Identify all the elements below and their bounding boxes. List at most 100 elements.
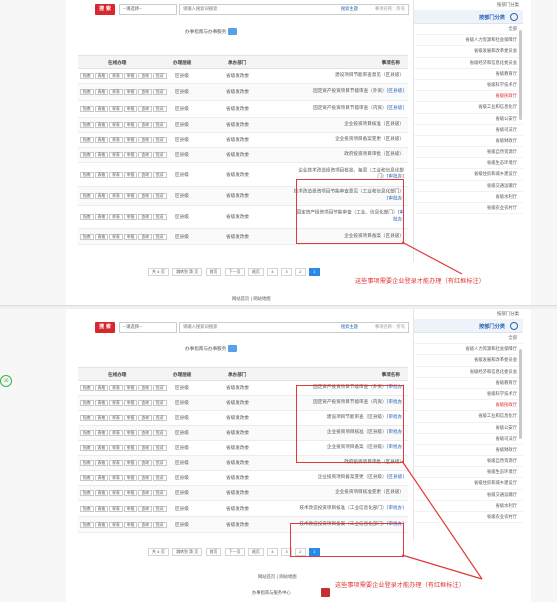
row-name-text[interactable]: 技术改造投资项目核准（工业信息化部门） bbox=[299, 505, 386, 510]
sidebar-item[interactable]: 省级财政厅 bbox=[414, 445, 523, 457]
op-button-4[interactable]: 咨询 bbox=[138, 521, 152, 528]
op-button-0[interactable]: 指南 bbox=[80, 460, 94, 466]
op-button-5[interactable]: 投诉 bbox=[152, 106, 167, 112]
op-button-3[interactable]: 申报 bbox=[123, 171, 138, 178]
sidebar-item[interactable]: 省级自然资源厅 bbox=[414, 147, 523, 159]
op-button-5[interactable]: 投诉 bbox=[152, 233, 167, 240]
row-name[interactable]: 企业投资项目备案变更（区县级）[区县级] bbox=[292, 475, 404, 482]
page-4[interactable]: 4 bbox=[267, 268, 278, 276]
op-button-0[interactable]: 指南 bbox=[80, 122, 94, 128]
op-button-5[interactable]: 投诉 bbox=[152, 415, 167, 421]
page-4[interactable]: 4 bbox=[267, 548, 278, 556]
op-button-5[interactable]: 投诉 bbox=[152, 214, 167, 220]
guide-icon[interactable] bbox=[228, 28, 238, 35]
op-button-4[interactable]: 咨询 bbox=[138, 385, 152, 391]
op-button-0[interactable]: 指南 bbox=[80, 490, 94, 496]
op-button-3[interactable]: 申报 bbox=[123, 385, 138, 391]
sidebar-item[interactable]: 省级工业和信息化厅 bbox=[414, 102, 523, 114]
op-button-2[interactable]: 样表 bbox=[109, 73, 123, 79]
row-name-text[interactable]: 建设项目节能审查意见（区县级） bbox=[335, 73, 404, 78]
page-3[interactable]: 3 bbox=[281, 268, 292, 276]
sidebar-item[interactable]: 省级经济和信息化委员会 bbox=[414, 58, 523, 69]
op-button-3[interactable]: 申报 bbox=[123, 490, 138, 496]
op-button-3[interactable]: 申报 bbox=[123, 73, 138, 79]
op-button-1[interactable]: 表格 bbox=[94, 233, 109, 240]
sidebar-tab[interactable]: 按部门分类 bbox=[414, 319, 523, 333]
op-button-1[interactable]: 表格 bbox=[94, 385, 109, 391]
op-button-1[interactable]: 表格 bbox=[94, 193, 109, 199]
search-button[interactable]: 搜 索 bbox=[95, 4, 115, 15]
op-button-5[interactable]: 投诉 bbox=[152, 385, 167, 391]
op-button-3[interactable]: 申报 bbox=[123, 400, 138, 406]
page-first[interactable]: 首页 bbox=[205, 268, 222, 276]
op-button-1[interactable]: 表格 bbox=[94, 490, 109, 496]
op-button-3[interactable]: 申报 bbox=[123, 106, 138, 112]
op-button-0[interactable]: 指南 bbox=[80, 385, 94, 391]
op-button-1[interactable]: 表格 bbox=[94, 137, 109, 143]
sidebar-item[interactable]: 省级民政厅 bbox=[414, 91, 523, 103]
sidebar-item[interactable]: 省级公安厅 bbox=[414, 114, 523, 125]
op-button-2[interactable]: 样表 bbox=[109, 445, 123, 451]
op-button-4[interactable]: 咨询 bbox=[138, 490, 152, 496]
op-button-4[interactable]: 咨询 bbox=[138, 193, 152, 199]
row-name[interactable]: 固定资产投资项目节能审查（外资）[区县级] bbox=[292, 89, 404, 96]
op-button-5[interactable]: 投诉 bbox=[152, 505, 167, 512]
page-last[interactable]: 尾页 bbox=[248, 268, 264, 276]
op-button-2[interactable]: 样表 bbox=[109, 137, 123, 143]
op-button-4[interactable]: 咨询 bbox=[138, 233, 152, 240]
op-button-5[interactable]: 投诉 bbox=[152, 475, 167, 481]
sidebar-scrollbar[interactable] bbox=[519, 349, 522, 439]
sidebar-item[interactable]: 省级民政厅 bbox=[414, 400, 523, 412]
op-button-2[interactable]: 样表 bbox=[109, 415, 123, 421]
op-button-4[interactable]: 咨询 bbox=[138, 475, 152, 481]
sidebar-item[interactable]: 省级司法厅 bbox=[414, 434, 523, 445]
page-first[interactable]: 首页 bbox=[205, 548, 222, 556]
op-button-4[interactable]: 咨询 bbox=[138, 445, 152, 451]
op-button-0[interactable]: 指南 bbox=[80, 89, 94, 95]
op-button-2[interactable]: 样表 bbox=[109, 460, 123, 466]
op-button-2[interactable]: 样表 bbox=[109, 233, 123, 240]
op-button-3[interactable]: 申报 bbox=[123, 193, 138, 199]
op-button-2[interactable]: 样表 bbox=[109, 106, 123, 112]
op-button-0[interactable]: 指南 bbox=[80, 445, 94, 451]
op-button-1[interactable]: 表格 bbox=[94, 445, 109, 451]
op-button-0[interactable]: 指南 bbox=[80, 193, 94, 199]
sidebar-item[interactable]: 省级教育厅 bbox=[414, 69, 523, 80]
op-button-1[interactable]: 表格 bbox=[94, 430, 109, 436]
sidebar-item[interactable]: 省级科学技术厅 bbox=[414, 389, 523, 401]
op-button-4[interactable]: 咨询 bbox=[138, 89, 152, 95]
op-button-4[interactable]: 咨询 bbox=[138, 73, 152, 79]
op-button-2[interactable]: 样表 bbox=[109, 505, 123, 512]
op-button-4[interactable]: 咨询 bbox=[138, 460, 152, 466]
op-button-2[interactable]: 样表 bbox=[109, 400, 123, 406]
op-button-0[interactable]: 指南 bbox=[80, 430, 94, 436]
op-button-4[interactable]: 咨询 bbox=[138, 171, 152, 178]
row-name-text[interactable]: 企业投资项目备案变更（区县级） bbox=[335, 137, 404, 142]
row-name-text[interactable]: 企业投资项目备案变更（区县级） bbox=[318, 475, 387, 480]
row-name[interactable]: 固定资产投资项目节能审查（内资）[区县级] bbox=[292, 106, 404, 113]
page-jump[interactable]: 跳转到 第 页 bbox=[172, 268, 203, 276]
category-select[interactable]: --请选择-- bbox=[119, 4, 177, 15]
op-button-2[interactable]: 样表 bbox=[109, 490, 123, 496]
sidebar-item[interactable]: 省级人力资源和社会保障厅 bbox=[414, 35, 523, 47]
sidebar-item[interactable]: 省级水利厅 bbox=[414, 192, 523, 203]
guide-icon[interactable] bbox=[228, 345, 238, 352]
op-button-2[interactable]: 样表 bbox=[109, 171, 123, 178]
sidebar-item[interactable]: 省级生态环境厅 bbox=[414, 158, 523, 170]
op-button-1[interactable]: 表格 bbox=[94, 400, 109, 406]
op-button-0[interactable]: 指南 bbox=[80, 137, 94, 143]
op-button-1[interactable]: 表格 bbox=[94, 521, 109, 528]
op-button-2[interactable]: 样表 bbox=[109, 214, 123, 220]
op-button-0[interactable]: 指南 bbox=[80, 233, 94, 240]
op-button-5[interactable]: 投诉 bbox=[152, 445, 167, 451]
op-button-2[interactable]: 样表 bbox=[109, 430, 123, 436]
sidebar-item[interactable]: 省级住房和城乡建设厅 bbox=[414, 169, 523, 181]
op-button-5[interactable]: 投诉 bbox=[152, 171, 167, 178]
op-button-1[interactable]: 表格 bbox=[94, 73, 109, 79]
op-button-2[interactable]: 样表 bbox=[109, 385, 123, 391]
sidebar-scrollbar[interactable] bbox=[519, 30, 522, 120]
op-button-1[interactable]: 表格 bbox=[94, 122, 109, 128]
op-button-3[interactable]: 申报 bbox=[123, 430, 138, 436]
op-button-0[interactable]: 指南 bbox=[80, 505, 94, 512]
search-input[interactable]: 请输入搜索词搜索 搜索主题 事项名称：所有 bbox=[179, 4, 409, 15]
